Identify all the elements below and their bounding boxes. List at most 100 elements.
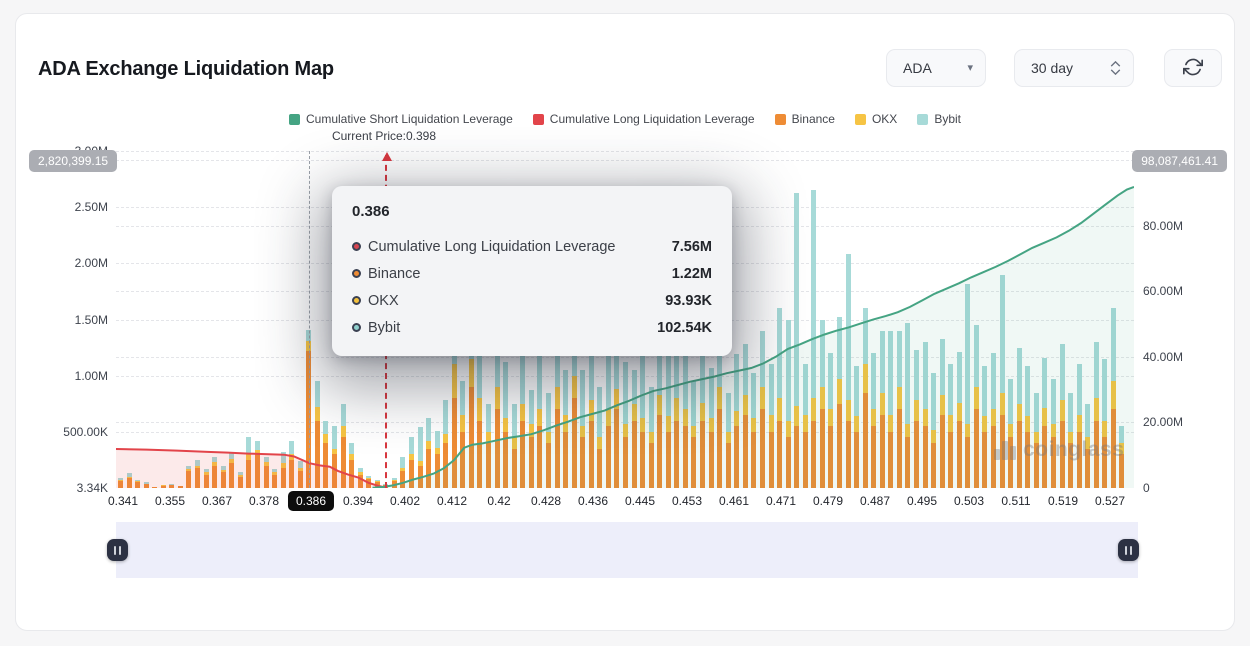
bar-stack[interactable] — [820, 320, 825, 488]
bar-stack[interactable] — [435, 431, 440, 488]
bar-stack[interactable] — [880, 331, 885, 488]
bar-stack[interactable] — [1051, 379, 1056, 488]
bar-stack[interactable] — [169, 484, 174, 488]
bar-stack[interactable] — [623, 362, 628, 488]
bar-stack[interactable] — [161, 485, 166, 488]
bar-stack[interactable] — [726, 393, 731, 488]
bar-stack[interactable] — [375, 480, 380, 488]
bar-stack[interactable] — [512, 404, 517, 488]
bar-stack[interactable] — [460, 381, 465, 488]
period-select[interactable]: 30 day — [1014, 49, 1134, 87]
bar-stack[interactable] — [803, 364, 808, 488]
bar-stack[interactable] — [700, 341, 705, 488]
bar-stack[interactable] — [272, 469, 277, 488]
bar-stack[interactable] — [1017, 348, 1022, 488]
bar-stack[interactable] — [212, 457, 217, 488]
bar-stack[interactable] — [769, 364, 774, 488]
bar-stack[interactable] — [931, 373, 936, 488]
bar-stack[interactable] — [418, 427, 423, 488]
legend-item-1[interactable]: Cumulative Long Liquidation Leverage — [533, 112, 755, 126]
bar-stack[interactable] — [118, 478, 123, 488]
bar-stack[interactable] — [837, 317, 842, 488]
bar-stack[interactable] — [794, 193, 799, 488]
bar-stack[interactable] — [426, 418, 431, 488]
bar-stack[interactable] — [649, 387, 654, 488]
bar-stack[interactable] — [186, 466, 191, 488]
bar-stack[interactable] — [743, 344, 748, 488]
bar-stack[interactable] — [957, 352, 962, 488]
bar-stack[interactable] — [846, 254, 851, 488]
bar-stack[interactable] — [178, 486, 183, 488]
bar-stack[interactable] — [204, 469, 209, 488]
bar-stack[interactable] — [152, 487, 157, 488]
bar-stack[interactable] — [264, 457, 269, 488]
bar-stack[interactable] — [246, 437, 251, 488]
bar-stack[interactable] — [495, 353, 500, 488]
bar-stack[interactable] — [974, 325, 979, 488]
bar-stack[interactable] — [229, 452, 234, 488]
bar-stack[interactable] — [589, 355, 594, 488]
bar-stack[interactable] — [786, 320, 791, 488]
bar-stack[interactable] — [811, 190, 816, 488]
slider-handle-right[interactable] — [1118, 539, 1139, 561]
bar-stack[interactable] — [409, 437, 414, 488]
bar-stack[interactable] — [580, 370, 585, 488]
bar-stack[interactable] — [640, 351, 645, 488]
bar-stack[interactable] — [315, 381, 320, 488]
bar-stack[interactable] — [709, 368, 714, 488]
bar-stack[interactable] — [905, 323, 910, 488]
bar-stack[interactable] — [281, 452, 286, 488]
legend-item-0[interactable]: Cumulative Short Liquidation Leverage — [289, 112, 513, 126]
bar-stack[interactable] — [632, 370, 637, 488]
bar-stack[interactable] — [144, 482, 149, 488]
bar-stack[interactable] — [1094, 342, 1099, 488]
bar-stack[interactable] — [563, 370, 568, 488]
bar-stack[interactable] — [572, 342, 577, 488]
bar-stack[interactable] — [289, 441, 294, 488]
bar-stack[interactable] — [914, 350, 919, 488]
bar-stack[interactable] — [366, 476, 371, 488]
bar-stack[interactable] — [897, 331, 902, 488]
bar-stack[interactable] — [546, 393, 551, 488]
bar-stack[interactable] — [854, 366, 859, 488]
symbol-select[interactable]: ADA ▾ — [886, 49, 986, 87]
legend-item-2[interactable]: Binance — [775, 112, 835, 126]
bar-stack[interactable] — [1060, 344, 1065, 488]
bar-stack[interactable] — [657, 339, 662, 488]
bar-stack[interactable] — [871, 353, 876, 488]
bar-stack[interactable] — [828, 353, 833, 488]
bar-stack[interactable] — [135, 480, 140, 488]
bar-stack[interactable] — [127, 473, 132, 488]
bar-stack[interactable] — [760, 331, 765, 488]
bar-stack[interactable] — [923, 342, 928, 488]
bar-stack[interactable] — [537, 353, 542, 488]
bar-stack[interactable] — [691, 381, 696, 488]
bar-stack[interactable] — [734, 354, 739, 488]
bar-stack[interactable] — [777, 308, 782, 488]
legend-item-4[interactable]: Bybit — [917, 112, 961, 126]
bar-stack[interactable] — [349, 443, 354, 488]
bar-stack[interactable] — [940, 339, 945, 488]
bar-stack[interactable] — [1008, 379, 1013, 488]
bar-stack[interactable] — [298, 461, 303, 488]
bar-stack[interactable] — [991, 353, 996, 488]
bar-stack[interactable] — [751, 373, 756, 488]
bar-stack[interactable] — [255, 441, 260, 488]
bar-stack[interactable] — [982, 366, 987, 488]
bar-stack[interactable] — [614, 350, 619, 488]
bar-stack[interactable] — [341, 404, 346, 488]
bar-stack[interactable] — [486, 404, 491, 488]
bar-stack[interactable] — [400, 457, 405, 488]
bar-stack[interactable] — [443, 400, 448, 488]
slider-handle-left[interactable] — [107, 539, 128, 561]
bar-stack[interactable] — [965, 284, 970, 488]
legend-item-3[interactable]: OKX — [855, 112, 897, 126]
bar-stack[interactable] — [503, 362, 508, 488]
bar-stack[interactable] — [1077, 364, 1082, 488]
bar-stack[interactable] — [358, 468, 363, 488]
bar-stack[interactable] — [1025, 366, 1030, 488]
refresh-button[interactable] — [1164, 49, 1222, 87]
bar-stack[interactable] — [238, 472, 243, 488]
bar-stack[interactable] — [221, 466, 226, 488]
bar-stack[interactable] — [323, 421, 328, 488]
